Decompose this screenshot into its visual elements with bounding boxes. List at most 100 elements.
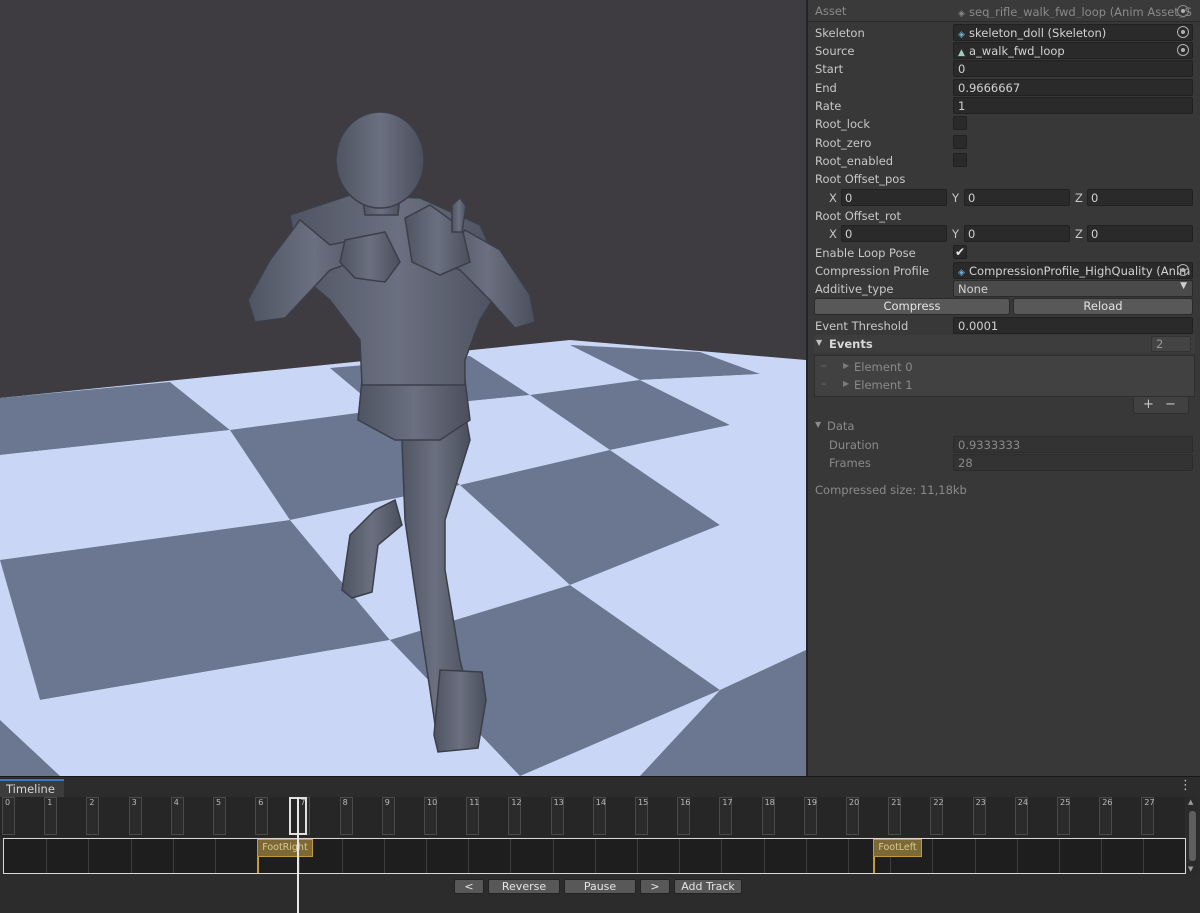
animation-event[interactable]: FootLeft	[873, 839, 922, 857]
timeline-ruler[interactable]: 0 1 2 3 4 5 6 7 8 9 10 11 12 13 14 15 16 17 18 19 20 21 22 23 24…	[0, 797, 1185, 837]
picker-icon[interactable]	[1177, 44, 1189, 56]
frame-tick[interactable]: 26	[1099, 797, 1112, 835]
track-divider	[679, 839, 681, 873]
reverse-button[interactable]: Reverse	[488, 879, 560, 894]
frame-tick[interactable]: 2	[86, 797, 100, 835]
frame-number: 13	[553, 798, 564, 807]
track-divider	[721, 839, 723, 873]
scrollbar-thumb[interactable]	[1189, 811, 1196, 861]
playhead[interactable]	[297, 797, 300, 913]
drag-handle-icon[interactable]: ═	[821, 362, 831, 372]
scroll-up-icon[interactable]: ▲	[1188, 798, 1193, 806]
event-threshold-field[interactable]: 0.0001	[953, 317, 1193, 334]
duration-label: Duration	[829, 438, 879, 452]
frame-tick[interactable]: 6	[255, 797, 269, 835]
frame-tick[interactable]: 22	[930, 797, 944, 835]
rate-label: Rate	[815, 99, 842, 113]
track-divider	[341, 839, 343, 873]
rate-field[interactable]: 1	[953, 97, 1193, 114]
timeline-scrollbar[interactable]: ▲ ▼	[1187, 797, 1198, 876]
animation-event[interactable]: FootRight	[257, 839, 313, 857]
remove-element-button[interactable]: −	[1165, 397, 1176, 412]
root-offset-rot-header: Root Offset_rot	[808, 207, 1200, 225]
next-frame-button[interactable]: >	[640, 879, 670, 894]
rate-row: Rate 1	[808, 97, 1200, 115]
frame-tick[interactable]: 21	[888, 797, 901, 835]
prev-frame-button[interactable]: <	[454, 879, 484, 894]
events-foldout[interactable]: ▼ Events 2	[814, 335, 1195, 353]
source-field[interactable]: ▲ a_walk_fwd_loop	[953, 42, 1193, 59]
rot-x-field[interactable]: 0	[841, 225, 947, 242]
scene-viewport[interactable]	[0, 0, 806, 776]
frame-tick[interactable]: 0	[2, 797, 15, 835]
track-divider	[848, 839, 849, 873]
pos-y-field[interactable]: 0	[964, 189, 1070, 206]
compression-field[interactable]: ◈ CompressionProfile_HighQuality (Anim	[953, 262, 1193, 279]
track-divider	[552, 839, 554, 873]
asset-field[interactable]: ◈ seq_rifle_walk_fwd_loop (Anim Asset_Seq	[953, 3, 1193, 19]
end-field[interactable]: 0.9666667	[953, 79, 1193, 96]
frame-tick[interactable]: 27	[1141, 797, 1155, 835]
rot-z-field[interactable]: 0	[1087, 225, 1193, 242]
compress-button[interactable]: Compress	[814, 298, 1010, 315]
frame-number: 27	[1144, 798, 1155, 807]
list-footer: + −	[1133, 397, 1189, 414]
x-label: X	[829, 191, 837, 205]
frame-tick[interactable]: 3	[128, 797, 142, 835]
additive-dropdown[interactable]: None ▼	[953, 280, 1193, 297]
pos-x-field[interactable]: 0	[841, 189, 947, 206]
start-field[interactable]: 0	[953, 60, 1193, 77]
frame-tick[interactable]: 10	[424, 797, 437, 835]
frame-tick[interactable]: 1	[44, 797, 58, 835]
frame-number: 19	[806, 798, 817, 807]
skeleton-field[interactable]: ◈ skeleton_doll (Skeleton)	[953, 24, 1193, 41]
root-offset-pos-header: Root Offset_pos	[808, 170, 1200, 188]
frames-row: Frames 28	[808, 454, 1200, 472]
frame-tick[interactable]: 11	[466, 797, 479, 835]
list-item[interactable]: ═ ▶ Element 0	[815, 358, 1194, 376]
frame-tick[interactable]: 25	[1057, 797, 1070, 835]
frame-tick[interactable]: 12	[508, 797, 522, 835]
kebab-menu-icon[interactable]: ⋮	[1179, 779, 1192, 792]
frame-tick[interactable]: 20	[846, 797, 859, 835]
frame-tick[interactable]: 17	[719, 797, 733, 835]
events-count[interactable]: 2	[1151, 336, 1191, 352]
drag-handle-icon[interactable]: ═	[821, 380, 831, 390]
event-track[interactable]: FootRight FootLeft	[3, 838, 1186, 874]
root-enabled-checkbox[interactable]	[953, 153, 967, 167]
frame-tick[interactable]: 18	[761, 797, 775, 835]
reload-button[interactable]: Reload	[1013, 298, 1193, 315]
frame-number: 20	[849, 798, 860, 807]
frame-number: 15	[638, 798, 649, 807]
frame-tick[interactable]: 15	[635, 797, 648, 835]
pause-button[interactable]: Pause	[564, 879, 636, 894]
frame-tick[interactable]: 19	[803, 797, 817, 835]
frame-tick[interactable]: 13	[550, 797, 564, 835]
scroll-down-icon[interactable]: ▼	[1188, 865, 1193, 873]
frame-tick[interactable]: 9	[381, 797, 395, 835]
frame-tick[interactable]: 8	[339, 797, 353, 835]
tab-timeline[interactable]: Timeline	[0, 779, 64, 798]
picker-icon[interactable]	[1177, 5, 1189, 17]
picker-icon[interactable]	[1177, 264, 1189, 276]
data-foldout[interactable]: ▼ Data	[808, 417, 1200, 435]
list-item[interactable]: ═ ▶ Element 1	[815, 376, 1194, 394]
track-divider	[1143, 839, 1145, 873]
frame-tick[interactable]: 14	[592, 797, 606, 835]
loop-pose-checkbox[interactable]: ✔	[953, 245, 967, 259]
picker-icon[interactable]	[1177, 26, 1189, 38]
track-divider	[974, 839, 976, 873]
add-track-button[interactable]: Add Track	[674, 879, 742, 894]
frame-tick[interactable]: 4	[170, 797, 184, 835]
frame-tick[interactable]: 5	[213, 797, 226, 835]
element-label: Element 1	[854, 378, 913, 392]
root-zero-checkbox[interactable]	[953, 135, 967, 149]
add-element-button[interactable]: +	[1143, 397, 1154, 412]
frame-tick[interactable]: 23	[972, 797, 986, 835]
pos-z-field[interactable]: 0	[1087, 189, 1193, 206]
rot-y-field[interactable]: 0	[964, 225, 1070, 242]
frame-number: 18	[764, 798, 775, 807]
root-lock-checkbox[interactable]	[953, 116, 967, 130]
frame-tick[interactable]: 16	[677, 797, 690, 835]
frame-tick[interactable]: 24	[1014, 797, 1028, 835]
